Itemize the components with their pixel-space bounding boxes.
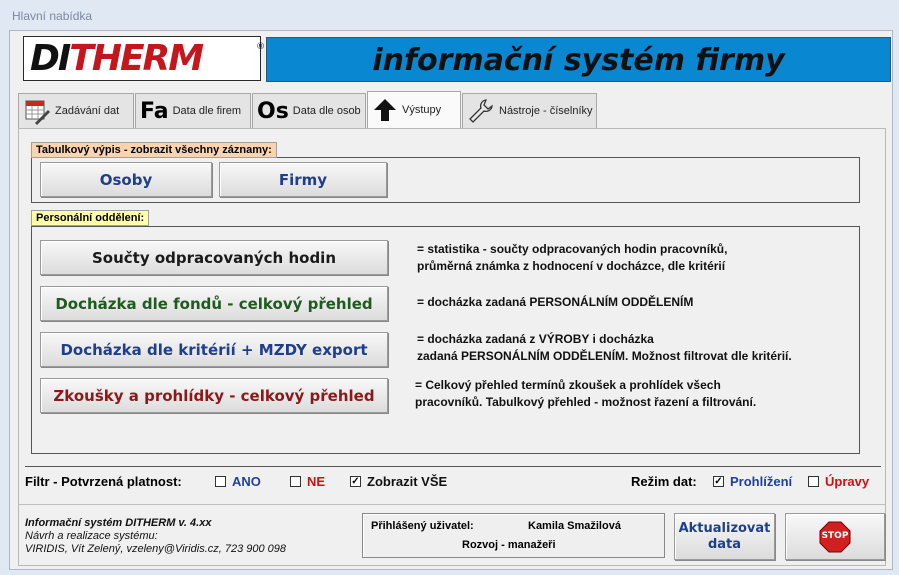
table-group-label: Tabulkový výpis - zobrazit všechny zázna… (31, 142, 277, 158)
tab-vystupy[interactable]: Výstupy (367, 91, 461, 128)
soucty-hodin-button[interactable]: Součty odpracovaných hodin (40, 240, 388, 275)
logo-text-accent: THERM (69, 38, 204, 79)
wrench-icon (467, 97, 495, 125)
checkbox-ano[interactable] (215, 476, 226, 487)
logo-registered-mark: ® (256, 42, 265, 52)
tab-panel-vystupy: Tabulkový výpis - zobrazit všechny zázna… (18, 128, 886, 566)
arrow-up-icon (372, 97, 398, 123)
tab-label: Nástroje - číselníky (499, 105, 593, 117)
soucty-hodin-description: = statistika - součty odpracovaných hodi… (417, 242, 728, 273)
system-info: Informační systém DITHERM v. 4.xx Návrh … (25, 517, 287, 555)
banner-title: informační systém firmy (372, 43, 785, 78)
separator (25, 466, 881, 467)
stop-button[interactable]: STOP (785, 513, 885, 560)
tab-label: Zadávání dat (55, 105, 120, 117)
osoby-button[interactable]: Osoby (40, 162, 212, 197)
tab-label: Data dle osob (292, 105, 361, 117)
calendar-pen-icon (23, 97, 51, 125)
window-title: Hlavní nabídka (12, 9, 93, 23)
user-label: Přihlášený uživatel: (371, 520, 474, 532)
checkbox-upravy[interactable] (808, 476, 819, 487)
filter-ano[interactable]: ANO (215, 474, 261, 489)
banner: informační systém firmy (266, 37, 891, 82)
personal-group-label: Personální oddělení: (31, 210, 150, 226)
checkbox-prohlizeni[interactable]: ✓ (713, 476, 724, 487)
checkbox-zobrazit-vse[interactable]: ✓ (350, 476, 361, 487)
mode-label: Režim dat: (631, 474, 697, 489)
filter-zobrazit-vse[interactable]: ✓ Zobrazit VŠE (350, 474, 447, 489)
window-titlebar: Hlavní nabídka (0, 0, 899, 30)
main-form: DITHERM ® informační systém firmy Zadává… (9, 30, 893, 570)
refresh-data-button[interactable]: Aktualizovat data (674, 513, 775, 560)
dochazka-kriteria-button[interactable]: Docházka dle kritérií + MZDY export (40, 332, 388, 367)
mode-upravy[interactable]: Úpravy (808, 474, 869, 489)
footer-separator (19, 504, 885, 505)
dochazka-kriteria-description: = docházka zadaná z VÝROBY i docházka za… (417, 332, 792, 363)
zkousky-prohlidky-description: = Celkový přehled termínů zkoušek a proh… (415, 378, 757, 409)
logo: DITHERM ® (23, 36, 265, 81)
tab-label: Výstupy (402, 104, 442, 116)
stop-icon: STOP (819, 521, 851, 553)
fa-letters-icon: Fa (140, 98, 169, 124)
checkbox-ne[interactable] (290, 476, 301, 487)
tab-zadavani-dat[interactable]: Zadávání dat (18, 93, 134, 128)
tab-label: Data dle firem (172, 105, 242, 117)
dochazka-fondy-button[interactable]: Docházka dle fondů - celkový přehled (40, 286, 388, 321)
tab-data-dle-firem[interactable]: Fa Data dle firem (135, 93, 251, 128)
user-info-box: Přihlášený uživatel: Kamila Smažilová Ro… (362, 513, 665, 558)
tab-data-dle-osob[interactable]: Os Data dle osob (252, 93, 366, 128)
os-letters-icon: Os (257, 98, 289, 124)
user-role: Rozvoj - manažeři (462, 539, 556, 551)
mode-prohlizeni[interactable]: ✓ Prohlížení (713, 474, 792, 489)
user-name: Kamila Smažilová (528, 520, 621, 532)
dochazka-fondy-description: = docházka zadaná PERSONÁLNÍM ODDĚLENÍM (417, 295, 694, 309)
zkousky-prohlidky-button[interactable]: Zkoušky a prohlídky - celkový přehled (40, 378, 388, 413)
filter-label: Filtr - Potvrzená platnost: (25, 474, 182, 489)
firmy-button[interactable]: Firmy (219, 162, 387, 197)
logo-text-main: DI (30, 38, 71, 79)
tab-nastroje-ciselniky[interactable]: Nástroje - číselníky (462, 93, 597, 128)
filter-ne[interactable]: NE (290, 474, 325, 489)
